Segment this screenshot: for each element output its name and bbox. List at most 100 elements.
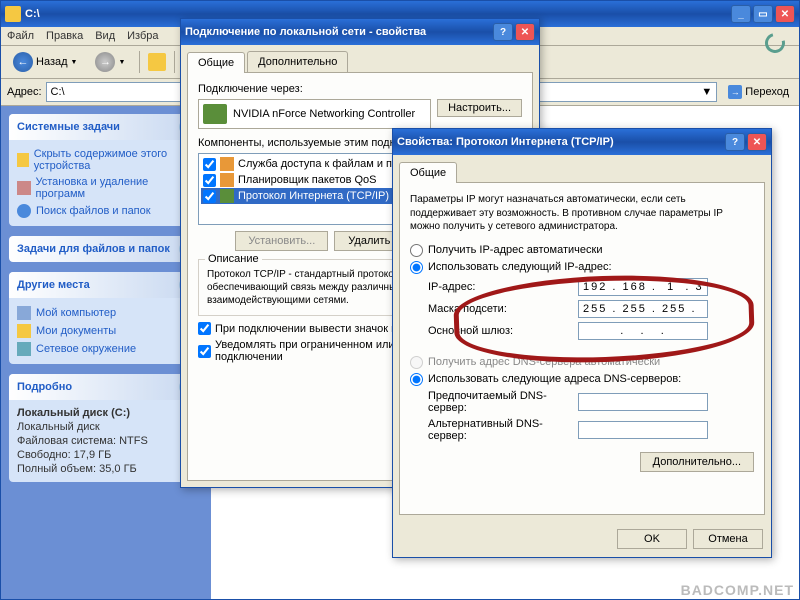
places-panel: Другие места ⌃ Мой компьютер Мои докумен… — [9, 272, 203, 364]
detail-total: Полный объем: 35,0 ГБ — [17, 462, 195, 476]
tab-general[interactable]: Общие — [399, 162, 457, 183]
use-dns-radio[interactable] — [410, 373, 423, 386]
arrow-back-icon: ← — [13, 52, 33, 72]
panel-header[interactable]: Другие места ⌃ — [9, 272, 203, 298]
gateway-input[interactable] — [578, 322, 708, 340]
notify-limited-checkbox[interactable] — [198, 345, 211, 358]
maximize-button[interactable]: ▭ — [753, 5, 773, 23]
help-button[interactable]: ? — [493, 23, 513, 41]
configure-button[interactable]: Настроить... — [437, 99, 522, 117]
auto-ip-radio-row[interactable]: Получить IP-адрес автоматически — [410, 244, 754, 257]
chevron-down-icon: ▼ — [118, 59, 125, 66]
radio-label: Получить IP-адрес автоматически — [428, 244, 602, 256]
panel-title: Системные задачи — [17, 121, 120, 133]
panel-header[interactable]: Системные задачи ⌃ — [9, 114, 203, 140]
component-checkbox[interactable] — [203, 158, 216, 171]
adapter-box: NVIDIA nForce Networking Controller — [198, 99, 431, 129]
details-panel: Подробно ⌃ Локальный диск (C:) Локальный… — [9, 374, 203, 482]
place-mydocs[interactable]: Мои документы — [17, 322, 195, 340]
service-icon — [220, 173, 234, 187]
dialog-titlebar[interactable]: Подключение по локальной сети - свойства… — [181, 19, 539, 45]
arrow-forward-icon: → — [95, 52, 115, 72]
install-button[interactable]: Установить... — [235, 231, 328, 251]
task-add-remove[interactable]: Установка и удаление программ — [17, 174, 195, 202]
dns2-input[interactable] — [578, 421, 708, 439]
network-adapter-icon — [203, 104, 227, 124]
dns1-row: Предпочитаемый DNS-сервер: — [428, 390, 754, 414]
forward-button[interactable]: → ▼ — [89, 50, 131, 74]
package-icon — [17, 181, 31, 195]
minimize-button[interactable]: _ — [731, 5, 751, 23]
tab-row: Общие Дополнительно — [187, 51, 533, 73]
back-button[interactable]: ← Назад ▼ — [7, 50, 83, 74]
task-hide-contents[interactable]: Скрыть содержимое этого устройства — [17, 146, 195, 174]
close-button[interactable]: ✕ — [515, 23, 535, 41]
use-ip-radio[interactable] — [410, 261, 423, 274]
detail-fs: Файловая система: NTFS — [17, 434, 195, 448]
connect-via-label: Подключение через: — [198, 83, 522, 95]
dns2-label: Альтернативный DNS-сервер: — [428, 418, 578, 442]
go-arrow-icon: → — [728, 85, 742, 99]
cancel-button[interactable]: Отмена — [693, 529, 763, 549]
ip-address-input[interactable] — [578, 278, 708, 296]
task-search[interactable]: Поиск файлов и папок — [17, 202, 195, 220]
auto-ip-radio[interactable] — [410, 244, 423, 257]
search-icon — [17, 204, 31, 218]
subnet-mask-row: Маска подсети: — [428, 300, 754, 318]
panel-title: Задачи для файлов и папок — [17, 243, 170, 255]
close-button[interactable]: ✕ — [747, 133, 767, 151]
panel-title: Подробно — [17, 381, 72, 393]
ok-button[interactable]: OK — [617, 529, 687, 549]
chevron-down-icon[interactable]: ▼ — [701, 86, 712, 98]
detail-free: Свободно: 17,9 ГБ — [17, 448, 195, 462]
menu-edit[interactable]: Правка — [46, 30, 83, 42]
network-icon — [17, 342, 31, 356]
use-ip-radio-row[interactable]: Использовать следующий IP-адрес: — [410, 261, 754, 274]
place-network[interactable]: Сетевое окружение — [17, 340, 195, 358]
subnet-mask-input[interactable] — [578, 300, 708, 318]
panel-header[interactable]: Подробно ⌃ — [9, 374, 203, 400]
panel-header[interactable]: Задачи для файлов и папок ⌃ — [9, 236, 203, 262]
task-label: Поиск файлов и папок — [36, 205, 151, 217]
tab-advanced[interactable]: Дополнительно — [247, 51, 348, 72]
component-checkbox[interactable] — [203, 190, 216, 203]
auto-dns-radio-row: Получить адрес DNS-сервера автоматически — [410, 356, 754, 369]
go-button[interactable]: → Переход — [724, 83, 793, 101]
place-label: Мои документы — [36, 325, 116, 337]
dialog-title: Подключение по локальной сети - свойства — [185, 26, 493, 38]
adapter-name: NVIDIA nForce Networking Controller — [233, 108, 426, 120]
advanced-button[interactable]: Дополнительно... — [640, 452, 754, 472]
file-tasks-panel: Задачи для файлов и папок ⌃ — [9, 236, 203, 262]
auto-dns-radio — [410, 356, 423, 369]
dialog-titlebar[interactable]: Свойства: Протокол Интернета (TCP/IP) ? … — [393, 129, 771, 155]
folder-icon — [17, 153, 29, 167]
component-checkbox[interactable] — [203, 174, 216, 187]
menu-file[interactable]: Файл — [7, 30, 34, 42]
place-label: Мой компьютер — [36, 307, 116, 319]
gateway-label: Основной шлюз: — [428, 325, 578, 337]
close-button[interactable]: ✕ — [775, 5, 795, 23]
place-label: Сетевое окружение — [36, 343, 136, 355]
drive-icon — [5, 6, 21, 22]
go-label: Переход — [745, 86, 789, 98]
place-mycomputer[interactable]: Мой компьютер — [17, 304, 195, 322]
group-title: Описание — [205, 253, 262, 265]
service-icon — [220, 157, 234, 171]
dns2-row: Альтернативный DNS-сервер: — [428, 418, 754, 442]
menu-favorites[interactable]: Избра — [127, 30, 158, 42]
help-button[interactable]: ? — [725, 133, 745, 151]
component-label: Протокол Интернета (TCP/IP) — [238, 190, 389, 202]
tab-general[interactable]: Общие — [187, 52, 245, 73]
show-icon-checkbox[interactable] — [198, 322, 211, 335]
separator — [174, 51, 175, 73]
chevron-down-icon: ▼ — [71, 59, 78, 66]
radio-label: Использовать следующие адреса DNS-сервер… — [428, 373, 681, 385]
separator — [139, 51, 140, 73]
dialog-title: Свойства: Протокол Интернета (TCP/IP) — [397, 136, 725, 148]
ip-address-row: IP-адрес: — [428, 278, 754, 296]
use-dns-radio-row[interactable]: Использовать следующие адреса DNS-сервер… — [410, 373, 754, 386]
dns1-input[interactable] — [578, 393, 708, 411]
up-folder-icon[interactable] — [148, 53, 166, 71]
protocol-icon — [220, 189, 234, 203]
menu-view[interactable]: Вид — [95, 30, 115, 42]
